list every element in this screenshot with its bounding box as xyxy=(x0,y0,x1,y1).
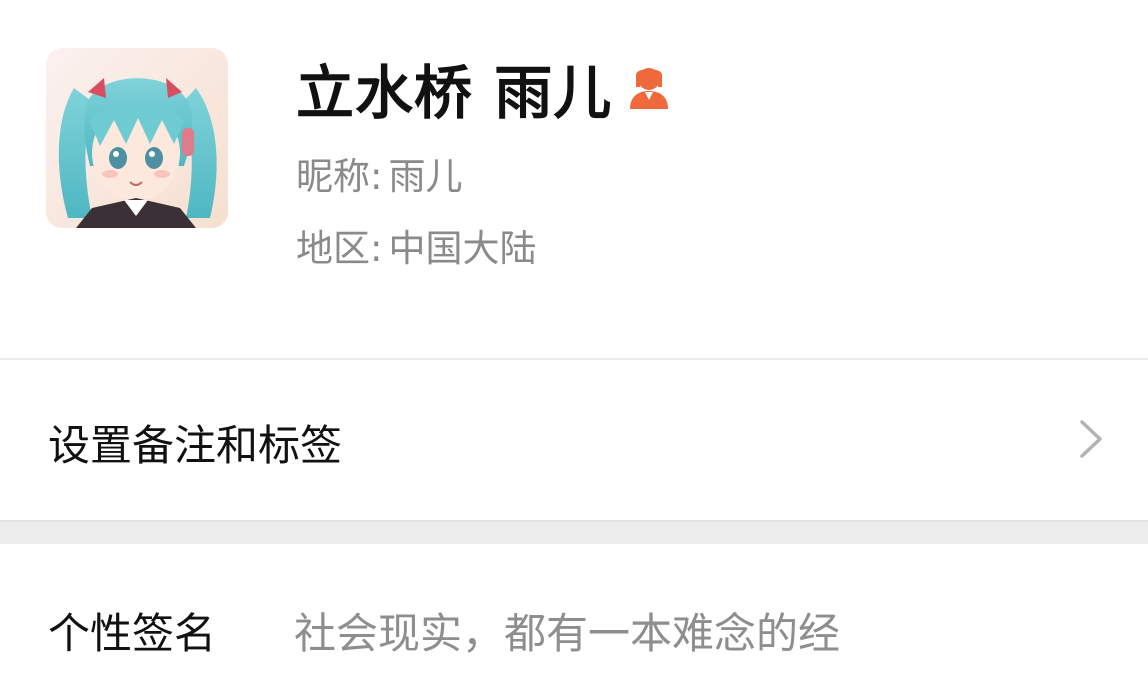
region-line: 地区: 中国大陆 xyxy=(296,218,536,272)
section-separator xyxy=(0,520,1148,544)
set-remark-and-tags-label: 设置备注和标签 xyxy=(48,421,343,470)
region-label: 地区: xyxy=(296,227,383,270)
chevron-right-icon xyxy=(1078,418,1104,460)
avatar-image xyxy=(46,48,228,228)
nickname-value: 雨儿 xyxy=(388,155,463,198)
female-user-icon xyxy=(628,65,670,111)
avatar[interactable] xyxy=(46,48,228,228)
name-row: 立水桥 雨儿 xyxy=(296,52,670,127)
contact-profile-page: 立水桥 雨儿 昵称: 雨儿 地区: 中国大陆 设置备注和标签 个性签名 社会现实… xyxy=(0,0,1148,680)
display-name: 立水桥 雨儿 xyxy=(296,59,613,127)
profile-header: 立水桥 雨儿 昵称: 雨儿 地区: 中国大陆 xyxy=(0,0,1148,358)
region-value: 中国大陆 xyxy=(388,227,537,270)
signature-value: 社会现实，都有一本难念的经 xyxy=(294,609,841,658)
nickname-line: 昵称: 雨儿 xyxy=(296,146,462,200)
set-remark-and-tags-row[interactable]: 设置备注和标签 xyxy=(0,360,1148,520)
signature-label: 个性签名 xyxy=(48,609,217,658)
signature-row: 个性签名 社会现实，都有一本难念的经 xyxy=(0,544,1148,680)
nickname-label: 昵称: xyxy=(296,155,383,198)
